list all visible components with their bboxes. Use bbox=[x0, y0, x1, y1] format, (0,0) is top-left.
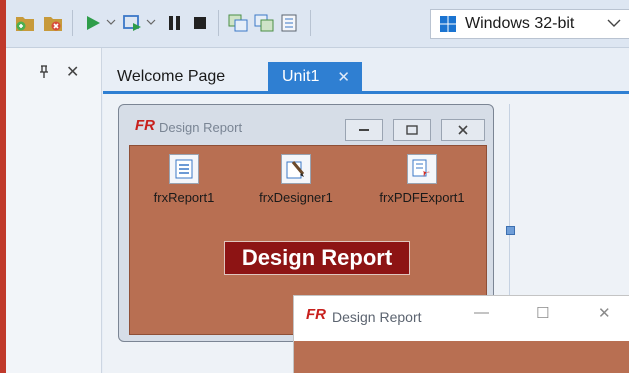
editor-tabs: Welcome Page Unit1 ✕ bbox=[103, 48, 629, 92]
fastreport-logo: FR bbox=[306, 306, 326, 323]
component-frxreport[interactable]: frxReport1 bbox=[134, 154, 234, 205]
structure-panel: ✕ bbox=[6, 48, 102, 373]
close-project-icon[interactable] bbox=[42, 12, 64, 34]
pause-icon[interactable] bbox=[163, 12, 185, 34]
form-title: Design Report bbox=[332, 309, 422, 325]
tab-welcome-page[interactable]: Welcome Page bbox=[117, 62, 225, 92]
toolbar: Windows 32-bit bbox=[6, 0, 629, 48]
close-button[interactable]: ✕ bbox=[598, 304, 611, 322]
fastreport-logo: FR bbox=[135, 117, 155, 134]
designer-icon bbox=[281, 154, 311, 184]
chevron-down-icon[interactable] bbox=[607, 14, 621, 31]
pin-icon[interactable] bbox=[38, 65, 50, 82]
form-client-area bbox=[294, 341, 629, 373]
form-caption-bar: FR Design Report bbox=[119, 105, 493, 143]
platform-label: Windows 32-bit bbox=[465, 15, 575, 32]
toolbar-separator bbox=[72, 10, 73, 36]
design-report-button[interactable]: Design Report bbox=[224, 241, 410, 275]
report-icon bbox=[169, 154, 199, 184]
component-frxdesigner[interactable]: frxDesigner1 bbox=[246, 154, 346, 205]
close-button[interactable] bbox=[441, 119, 485, 141]
minimize-button[interactable]: — bbox=[474, 304, 489, 321]
resize-handle[interactable] bbox=[506, 226, 515, 235]
maximize-button[interactable]: ☐ bbox=[536, 304, 549, 322]
form-title: Design Report bbox=[159, 120, 243, 135]
component-frxpdfexport[interactable]: frxPDFExport1 bbox=[372, 154, 472, 205]
tab-label: Welcome Page bbox=[117, 68, 226, 85]
stop-icon[interactable] bbox=[189, 12, 211, 34]
component-label: frxPDFExport1 bbox=[379, 190, 465, 205]
maximize-button[interactable] bbox=[393, 119, 431, 141]
toggle-form-unit-icon[interactable] bbox=[279, 12, 301, 34]
runtime-form[interactable]: FR Design Report — ☐ ✕ bbox=[293, 295, 629, 373]
view-form-icon[interactable] bbox=[227, 12, 249, 34]
target-platform-select[interactable]: Windows 32-bit bbox=[430, 9, 629, 39]
step-dropdown-icon[interactable] bbox=[146, 15, 156, 29]
close-icon[interactable]: ✕ bbox=[66, 62, 79, 82]
pdf-export-icon bbox=[407, 154, 437, 184]
step-icon[interactable] bbox=[122, 12, 144, 34]
tab-label: Unit1 bbox=[282, 68, 320, 85]
new-project-icon[interactable] bbox=[14, 12, 36, 34]
windows-logo-icon bbox=[440, 16, 456, 32]
toolbar-separator bbox=[218, 10, 219, 36]
run-dropdown-icon[interactable] bbox=[106, 15, 116, 29]
tab-unit1[interactable]: Unit1 ✕ bbox=[268, 62, 362, 92]
ide-window: Windows 32-bit ✕ Welcome Page Unit1 ✕ FR… bbox=[6, 0, 629, 373]
component-label: frxDesigner1 bbox=[259, 190, 333, 205]
minimize-button[interactable] bbox=[345, 119, 383, 141]
run-icon[interactable] bbox=[82, 12, 104, 34]
component-label: frxReport1 bbox=[153, 190, 215, 205]
view-unit-icon[interactable] bbox=[253, 12, 275, 34]
close-icon[interactable]: ✕ bbox=[337, 68, 350, 86]
toolbar-separator bbox=[310, 10, 311, 36]
